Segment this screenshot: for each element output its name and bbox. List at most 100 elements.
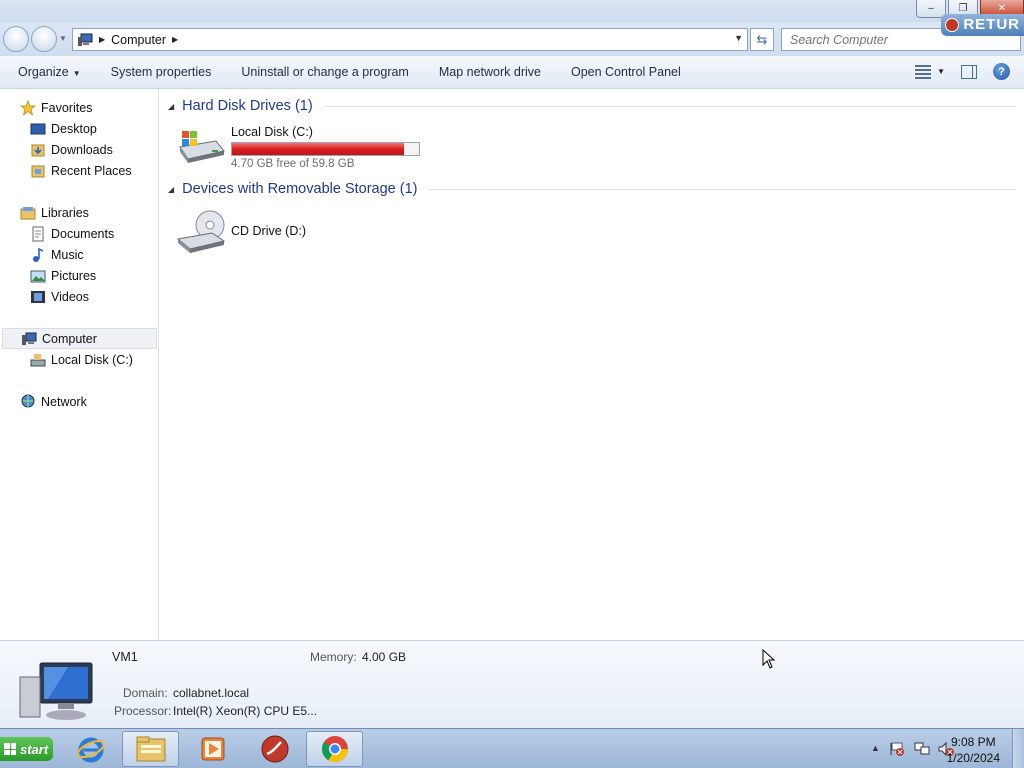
open-control-panel-button[interactable]: Open Control Panel — [556, 65, 696, 79]
clock[interactable]: 9:08 PM 1/20/2024 — [947, 734, 1000, 766]
computer-icon — [78, 33, 93, 46]
drive-name: CD Drive (D:) — [231, 224, 306, 238]
sidebar-item-label: Desktop — [51, 121, 97, 136]
recent-pages-dropdown-icon[interactable]: ▼ — [59, 34, 67, 43]
sidebar-item-music[interactable]: Music — [30, 244, 84, 265]
taskbar-chrome[interactable] — [306, 731, 363, 767]
back-button[interactable] — [3, 26, 29, 52]
taskbar-app-red[interactable] — [246, 731, 303, 767]
recent-places-icon — [31, 165, 45, 177]
disk-usage-bar — [231, 142, 420, 156]
sidebar-item-network[interactable]: Network — [20, 391, 87, 412]
sidebar-item-label: Network — [41, 394, 87, 409]
drive-free-space: 4.70 GB free of 59.8 GB — [231, 158, 355, 170]
sidebar-item-local-disk[interactable]: Local Disk (C:) — [30, 349, 133, 370]
group-header-hard-disk-drives[interactable]: ◢ Hard Disk Drives (1) — [168, 98, 1016, 114]
computer-icon — [19, 662, 93, 720]
sidebar-item-label: Downloads — [51, 142, 113, 157]
title-bar: – ❐ ✕ — [0, 0, 1024, 22]
address-row: ▼ ▶ Computer ▶ ▼ ⇆ — [0, 22, 1024, 56]
app-icon — [261, 735, 288, 763]
address-dropdown-icon[interactable]: ▼ — [734, 33, 743, 43]
return-overlay-button[interactable]: RETUR — [941, 14, 1024, 36]
drive-item-d[interactable]: CD Drive (D:) — [176, 207, 306, 255]
drive-name: Local Disk (C:) — [231, 125, 313, 139]
memory-label: Memory: — [310, 650, 357, 664]
system-tray: ▲ 9:08 PM 1/20/2024 — [844, 729, 1024, 768]
file-view: ◢ Hard Disk Drives (1) Local Disk (C:) 4… — [160, 89, 1024, 640]
sidebar-item-libraries[interactable]: Libraries — [20, 202, 89, 223]
command-bar: Organize ▼ System properties Uninstall or… — [0, 56, 1024, 89]
sidebar-item-downloads[interactable]: Downloads — [30, 139, 113, 160]
processor-label: Processor: — [114, 704, 172, 718]
internet-explorer-icon — [76, 737, 105, 763]
drive-info: CD Drive (D:) — [231, 207, 306, 255]
chrome-icon — [321, 736, 348, 763]
start-button[interactable]: start — [0, 737, 53, 761]
clock-date: 1/20/2024 — [946, 751, 1000, 765]
group-title: Devices with Removable Storage (1) — [182, 181, 418, 197]
sidebar-item-desktop[interactable]: Desktop — [30, 118, 97, 139]
show-hidden-icons-icon[interactable]: ▲ — [871, 743, 880, 753]
breadcrumb-chevron-icon[interactable]: ▶ — [172, 35, 178, 44]
refresh-icon: ⇆ — [756, 31, 768, 47]
sidebar-item-computer[interactable]: Computer — [2, 328, 157, 349]
view-options-icon — [915, 64, 932, 79]
drive-item-c[interactable]: Local Disk (C:) 4.70 GB free of 59.8 GB — [176, 125, 420, 170]
sidebar-item-favorites[interactable]: Favorites — [20, 97, 92, 118]
uninstall-program-button[interactable]: Uninstall or change a program — [226, 65, 423, 79]
group-divider — [322, 105, 1016, 107]
media-player-icon — [201, 737, 224, 761]
view-controls: ▼ ? — [915, 63, 1010, 80]
sidebar-item-documents[interactable]: Documents — [30, 223, 114, 244]
refresh-button[interactable]: ⇆ — [750, 28, 774, 51]
sidebar-item-pictures[interactable]: Pictures — [30, 265, 96, 286]
taskbar-internet-explorer[interactable] — [62, 731, 119, 767]
processor-value: Intel(R) Xeon(R) CPU E5... — [173, 704, 318, 718]
sidebar-item-label: Music — [51, 247, 84, 262]
sidebar-item-videos[interactable]: Videos — [30, 286, 89, 307]
libraries-icon — [20, 206, 36, 219]
breadcrumb-computer[interactable]: Computer — [111, 33, 166, 47]
videos-icon — [31, 290, 45, 303]
windows-flag-icon — [4, 743, 16, 755]
music-icon — [33, 247, 44, 262]
cd-drive-icon — [176, 210, 226, 253]
start-label: start — [20, 741, 49, 757]
help-icon[interactable]: ? — [993, 63, 1010, 80]
folder-icon — [136, 736, 165, 762]
system-properties-button[interactable]: System properties — [96, 65, 227, 79]
details-pane: VM1 Memory: 4.00 GB Domain: collabnet.lo… — [0, 640, 1024, 728]
desktop-icon — [30, 123, 46, 134]
computer-name: VM1 — [112, 650, 138, 664]
chevron-down-icon: ▼ — [937, 67, 945, 76]
action-center-icon[interactable] — [889, 741, 905, 757]
map-network-drive-button[interactable]: Map network drive — [424, 65, 556, 79]
collapse-triangle-icon[interactable]: ◢ — [168, 102, 174, 111]
organize-button[interactable]: Organize ▼ — [0, 65, 96, 79]
sidebar-item-recent-places[interactable]: Recent Places — [30, 160, 132, 181]
pictures-icon — [30, 270, 46, 282]
return-overlay-label: RETUR — [963, 16, 1020, 33]
chevron-down-icon: ▼ — [72, 69, 81, 78]
forward-button[interactable] — [31, 26, 57, 52]
network-icon — [21, 394, 35, 407]
hard-drive-icon — [179, 131, 225, 163]
taskbar-media-player[interactable] — [184, 731, 241, 767]
organize-label: Organize — [18, 65, 69, 79]
show-desktop-button[interactable] — [1012, 729, 1024, 768]
taskbar-windows-explorer[interactable] — [122, 731, 179, 767]
change-view-button[interactable]: ▼ — [915, 64, 945, 79]
star-icon — [20, 99, 36, 116]
group-title: Hard Disk Drives (1) — [182, 98, 313, 114]
collapse-triangle-icon[interactable]: ◢ — [168, 185, 174, 194]
clock-time: 9:08 PM — [950, 735, 996, 749]
breadcrumb-chevron-icon[interactable]: ▶ — [99, 35, 105, 44]
hard-drive-icon — [30, 353, 46, 366]
network-status-icon[interactable] — [913, 741, 931, 757]
domain-value: collabnet.local — [173, 686, 250, 700]
group-header-removable-storage[interactable]: ◢ Devices with Removable Storage (1) — [168, 181, 1016, 197]
sidebar-item-label: Videos — [51, 289, 89, 304]
preview-pane-icon[interactable] — [961, 64, 977, 79]
address-bar[interactable]: ▶ Computer ▶ ▼ — [72, 28, 748, 51]
